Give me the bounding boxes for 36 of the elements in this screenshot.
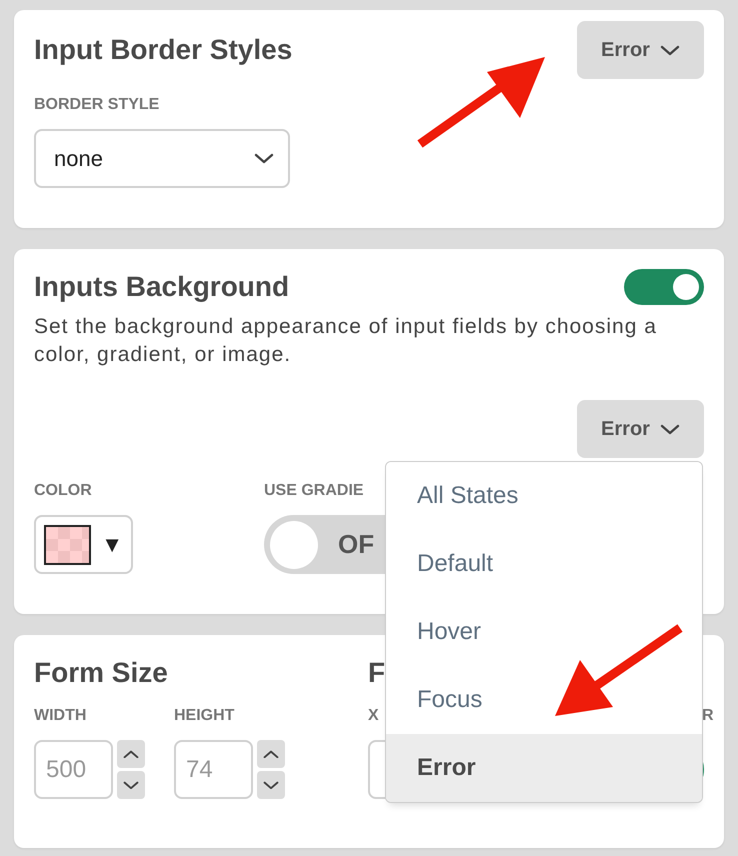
section-title: Input Border Styles bbox=[34, 33, 292, 67]
menu-item[interactable]: Hover bbox=[386, 598, 702, 666]
color-picker-button[interactable]: ▼ bbox=[34, 515, 133, 574]
color-swatch bbox=[44, 524, 92, 564]
field-label: COLOR bbox=[34, 481, 93, 501]
number-input[interactable]: 74 bbox=[174, 740, 253, 799]
chevron-down-icon bbox=[123, 780, 139, 790]
field-label: USE GRADIE bbox=[264, 481, 364, 501]
decrement-button[interactable] bbox=[257, 771, 285, 799]
toggle-switch[interactable] bbox=[624, 269, 704, 305]
menu-item[interactable]: Focus bbox=[386, 666, 702, 734]
section-title: F bbox=[368, 656, 386, 690]
number-input[interactable]: 500 bbox=[34, 740, 113, 799]
decrement-button[interactable] bbox=[117, 771, 145, 799]
field-label: WIDTH bbox=[34, 706, 88, 726]
increment-button[interactable] bbox=[257, 740, 285, 768]
chevron-up-icon bbox=[263, 750, 279, 758]
field-label: X bbox=[368, 706, 380, 726]
field-label: R bbox=[702, 706, 714, 726]
state-dropdown-button[interactable]: Error bbox=[577, 400, 704, 458]
section-title: Inputs Background bbox=[34, 270, 290, 304]
chevron-down-icon bbox=[263, 780, 279, 790]
chevron-down-icon bbox=[660, 424, 680, 434]
menu-item[interactable]: Default bbox=[386, 530, 702, 598]
description-text: Set the background appearance of input fields by choosing a color, gradient, or image. bbox=[34, 314, 658, 368]
menu-item[interactable]: Error bbox=[386, 734, 702, 802]
increment-button[interactable] bbox=[117, 740, 145, 768]
state-dropdown-button[interactable]: Error bbox=[577, 21, 704, 79]
chevron-down-icon bbox=[254, 153, 274, 164]
field-label: HEIGHT bbox=[174, 706, 236, 726]
menu-item[interactable]: All States bbox=[386, 462, 702, 530]
border-style-select[interactable]: none bbox=[34, 129, 290, 188]
chevron-down-icon bbox=[660, 44, 680, 56]
section-title: Form Size bbox=[34, 656, 168, 690]
field-label: BORDER STYLE bbox=[34, 95, 160, 115]
chevron-up-icon bbox=[123, 750, 139, 758]
